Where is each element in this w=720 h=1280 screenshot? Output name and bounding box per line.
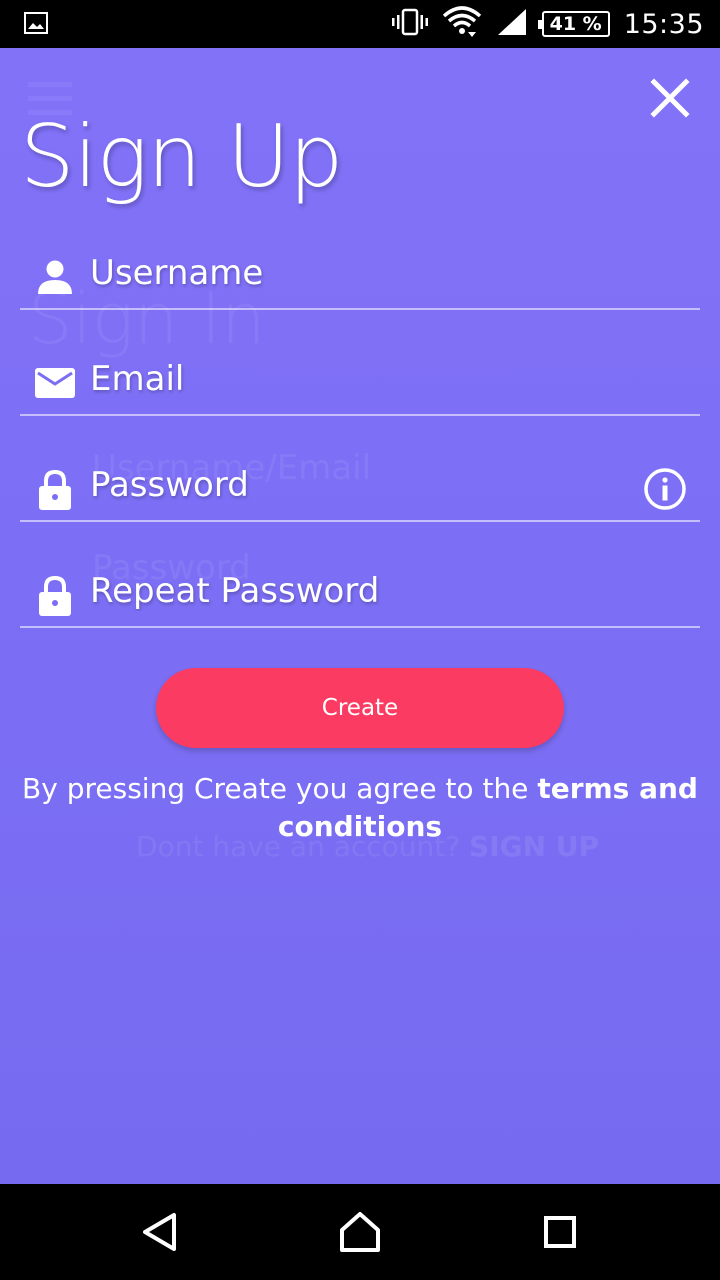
home-icon xyxy=(340,1212,380,1252)
close-button[interactable] xyxy=(646,74,694,122)
mail-icon xyxy=(34,362,76,404)
repeat-password-field xyxy=(20,564,700,628)
back-button[interactable] xyxy=(136,1208,184,1256)
sign-up-screen: Sign In Username/Email Password Dont hav… xyxy=(0,48,720,1184)
recents-button[interactable] xyxy=(536,1208,584,1256)
close-icon xyxy=(650,78,690,118)
repeat-password-input[interactable] xyxy=(90,566,630,616)
person-icon xyxy=(34,256,76,298)
status-bar: 41 % 15:35 xyxy=(0,0,720,48)
email-input[interactable] xyxy=(90,354,630,404)
info-icon xyxy=(644,468,686,510)
password-input[interactable] xyxy=(90,460,630,510)
terms-prefix: By pressing Create you agree to the xyxy=(22,772,538,805)
signal-icon xyxy=(496,7,528,41)
clock: 15:35 xyxy=(623,8,704,40)
terms-text: By pressing Create you agree to the term… xyxy=(20,770,700,846)
home-button[interactable] xyxy=(336,1208,384,1256)
wifi-icon xyxy=(442,6,482,42)
image-notification-icon xyxy=(24,12,48,38)
vibrate-icon xyxy=(391,8,428,40)
create-button[interactable]: Create xyxy=(156,668,564,748)
username-field xyxy=(20,246,700,310)
lock-icon xyxy=(34,574,76,616)
battery-indicator: 41 % xyxy=(537,11,610,37)
recents-square-icon xyxy=(544,1216,576,1248)
password-field xyxy=(20,458,700,522)
password-info-button[interactable] xyxy=(642,466,688,512)
username-input[interactable] xyxy=(90,248,630,298)
lock-icon xyxy=(34,468,76,510)
navigation-bar xyxy=(0,1184,720,1280)
page-title: Sign Up xyxy=(20,107,343,207)
email-field xyxy=(20,352,700,416)
back-triangle-icon xyxy=(143,1213,176,1251)
